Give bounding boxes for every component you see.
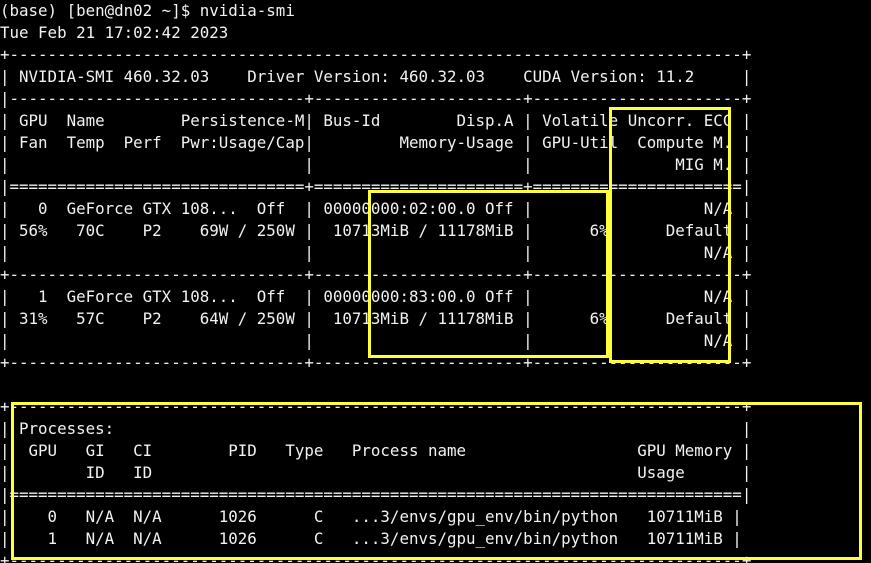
terminal-line-proc-row-1: | 1 N/A N/A 1026 C ...3/envs/gpu_env/bin… [0,529,742,548]
terminal-line-header-2: | Fan Temp Perf Pwr:Usage/Cap| Memory-Us… [0,133,752,152]
terminal-line-proc-title: | Processes: | [0,419,752,438]
terminal-line-gpu0-row-3: | | | N/A | [0,243,752,262]
terminal-line-header-1: | GPU Name Persistence-M| Bus-Id Disp.A … [0,111,752,130]
terminal-line-proc-rule: |=======================================… [0,485,752,504]
terminal-line-gpu1-row-2: | 31% 57C P2 64W / 250W | 10713MiB / 111… [0,309,752,328]
terminal-line-version: | NVIDIA-SMI 460.32.03 Driver Version: 4… [0,67,752,86]
terminal-line-gpu1-row-1: | 1 GeForce GTX 108... Off | 00000000:83… [0,287,752,306]
terminal-line-gpu1-row-3: | | | N/A | [0,331,752,350]
terminal-line-prompt: (base) [ben@dn02 ~]$ nvidia-smi [0,1,295,20]
terminal-line-separator: |-------------------------------+-------… [0,89,752,108]
terminal-line-gpu-end: +-------------------------------+-------… [0,353,752,372]
terminal-line-header-rule: |===============================+=======… [0,177,752,196]
terminal-line-date: Tue Feb 21 17:02:42 2023 [0,23,229,42]
terminal-window[interactable]: (base) [ben@dn02 ~]$ nvidia-smi Tue Feb … [0,0,871,563]
terminal-line-header-3: | | | MIG M. | [0,155,752,174]
terminal-line-gpu-divider: +-------------------------------+-------… [0,265,752,284]
terminal-line-border: +---------------------------------------… [0,45,752,64]
terminal-line-proc-header-2: | ID ID Usage | [0,463,752,482]
terminal-line-proc-end: +---------------------------------------… [0,551,752,563]
terminal-line-proc-header-1: | GPU GI CI PID Type Process name GPU Me… [0,441,752,460]
terminal-line-gpu0-row-1: | 0 GeForce GTX 108... Off | 00000000:02… [0,199,752,218]
terminal-line-gpu0-row-2: | 56% 70C P2 69W / 250W | 10713MiB / 111… [0,221,752,240]
terminal-line-proc-row-0: | 0 N/A N/A 1026 C ...3/envs/gpu_env/bin… [0,507,742,526]
terminal-line-proc-border: +---------------------------------------… [0,397,752,416]
